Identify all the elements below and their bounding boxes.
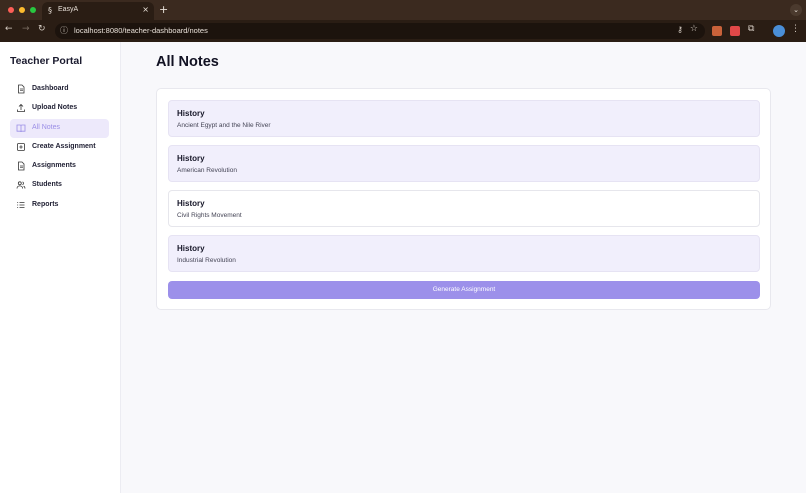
note-item[interactable]: History American Revolution (168, 145, 760, 182)
note-title: Industrial Revolution (177, 257, 236, 264)
brand-title: Teacher Portal (10, 55, 83, 67)
note-subject: History (177, 199, 205, 208)
window-minimize-button[interactable] (19, 7, 25, 13)
extension-fox-icon[interactable] (712, 26, 722, 36)
generate-assignment-button[interactable]: Generate Assignment (168, 281, 760, 299)
sidebar-item-label: Upload Notes (32, 104, 78, 112)
sidebar-item-assignments[interactable]: Assignments (10, 157, 109, 176)
bookmark-star-icon[interactable]: ☆ (690, 24, 698, 34)
easya-favicon-icon: § (48, 6, 52, 15)
note-title: Ancient Egypt and the Nile River (177, 122, 271, 129)
back-arrow-icon[interactable]: ← (5, 24, 13, 34)
note-subject: History (177, 109, 205, 118)
sidebar-item-students[interactable]: Students (10, 176, 109, 195)
upload-icon (17, 104, 25, 113)
main-content: All Notes History Ancient Egypt and the … (121, 42, 806, 493)
sidebar-item-label: Reports (32, 200, 59, 208)
sidebar-item-label: All Notes (32, 123, 61, 131)
sidebar-item-label: Create Assignment (32, 142, 96, 150)
site-info-icon[interactable]: ⓘ (60, 25, 68, 36)
notes-card: History Ancient Egypt and the Nile River… (156, 88, 771, 310)
extension-red-icon[interactable] (730, 26, 740, 36)
sidebar-item-all-notes[interactable]: All Notes (10, 118, 109, 138)
url-text[interactable]: localhost:8080/teacher-dashboard/notes (74, 26, 208, 35)
list-icon (17, 201, 25, 208)
note-title: Civil Rights Movement (177, 212, 242, 219)
page-title: All Notes (156, 54, 219, 70)
tab-title: EasyA (58, 6, 79, 13)
browser-toolbar: ← → ↻ ⓘ localhost:8080/teacher-dashboard… (0, 20, 806, 42)
note-item[interactable]: History Industrial Revolution (168, 235, 760, 272)
tab-close-icon[interactable]: × (142, 5, 149, 14)
sidebar-item-label: Students (32, 181, 62, 189)
note-subject: History (177, 244, 205, 253)
extensions-puzzle-icon[interactable]: ⧉ (748, 24, 754, 34)
new-tab-icon[interactable]: + (159, 3, 168, 16)
sidebar-item-create-assignment[interactable]: Create Assignment (10, 138, 109, 157)
sidebar-item-dashboard[interactable]: Dashboard (10, 80, 109, 99)
sidebar-item-upload-notes[interactable]: Upload Notes (10, 99, 109, 118)
address-bar[interactable]: ⓘ localhost:8080/teacher-dashboard/notes… (55, 23, 705, 39)
sidebar-item-label: Assignments (32, 162, 76, 170)
note-item[interactable]: History Civil Rights Movement (168, 190, 760, 227)
tab-search-icon[interactable]: ⌄ (790, 4, 802, 16)
sidebar-item-label: Dashboard (32, 85, 69, 92)
browser-tab[interactable]: § EasyA × (42, 2, 154, 20)
profile-avatar[interactable] (773, 25, 785, 37)
sidebar-item-reports[interactable]: Reports (10, 196, 109, 215)
plus-square-icon (17, 142, 25, 151)
window-zoom-button[interactable] (30, 7, 36, 13)
note-subject: History (177, 154, 205, 163)
window-close-button[interactable] (8, 7, 14, 13)
sidebar: Teacher Portal Dashboard Upload Notes Al… (0, 42, 121, 493)
document-icon (18, 161, 25, 171)
reload-icon[interactable]: ↻ (38, 24, 46, 34)
browser-menu-icon[interactable]: ⋮ (791, 24, 800, 34)
sidebar-nav: Dashboard Upload Notes All Notes Create … (10, 80, 109, 215)
book-icon (16, 124, 26, 132)
forward-arrow-icon[interactable]: → (22, 24, 30, 34)
note-title: American Revolution (177, 167, 237, 174)
users-icon (16, 181, 26, 190)
document-icon (18, 84, 25, 94)
browser-tab-bar: § EasyA × + ⌄ (0, 0, 806, 20)
password-key-icon[interactable]: ⚷ (677, 25, 683, 34)
note-item[interactable]: History Ancient Egypt and the Nile River (168, 100, 760, 137)
